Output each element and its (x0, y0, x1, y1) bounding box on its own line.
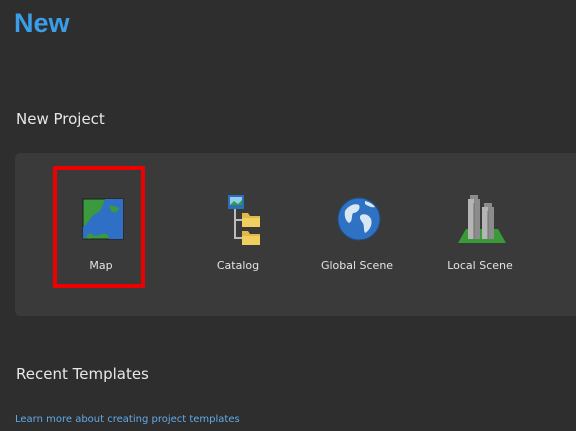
local-scene-tile-label: Local Scene (447, 259, 513, 272)
new-project-heading: New Project (16, 110, 105, 128)
recent-templates-heading: Recent Templates (16, 365, 149, 383)
catalog-icon (228, 195, 260, 245)
page-title: New (14, 8, 70, 38)
templates-help-link[interactable]: Learn more about creating project templa… (15, 414, 240, 425)
global-scene-tile-label: Global Scene (320, 259, 394, 272)
catalog-tile[interactable]: Catalog (193, 183, 283, 283)
new-project-tiles-panel: Map Catalog Global Scene Local Scene (15, 153, 576, 316)
globe-icon (337, 197, 381, 241)
local-scene-tile[interactable]: Local Scene (435, 183, 525, 283)
map-icon (82, 198, 124, 240)
local-scene-icon (458, 195, 506, 243)
map-tile[interactable]: Map (53, 166, 146, 288)
catalog-tile-label: Catalog (216, 259, 260, 272)
map-tile-label: Map (89, 259, 113, 272)
global-scene-tile[interactable]: Global Scene (312, 183, 402, 283)
